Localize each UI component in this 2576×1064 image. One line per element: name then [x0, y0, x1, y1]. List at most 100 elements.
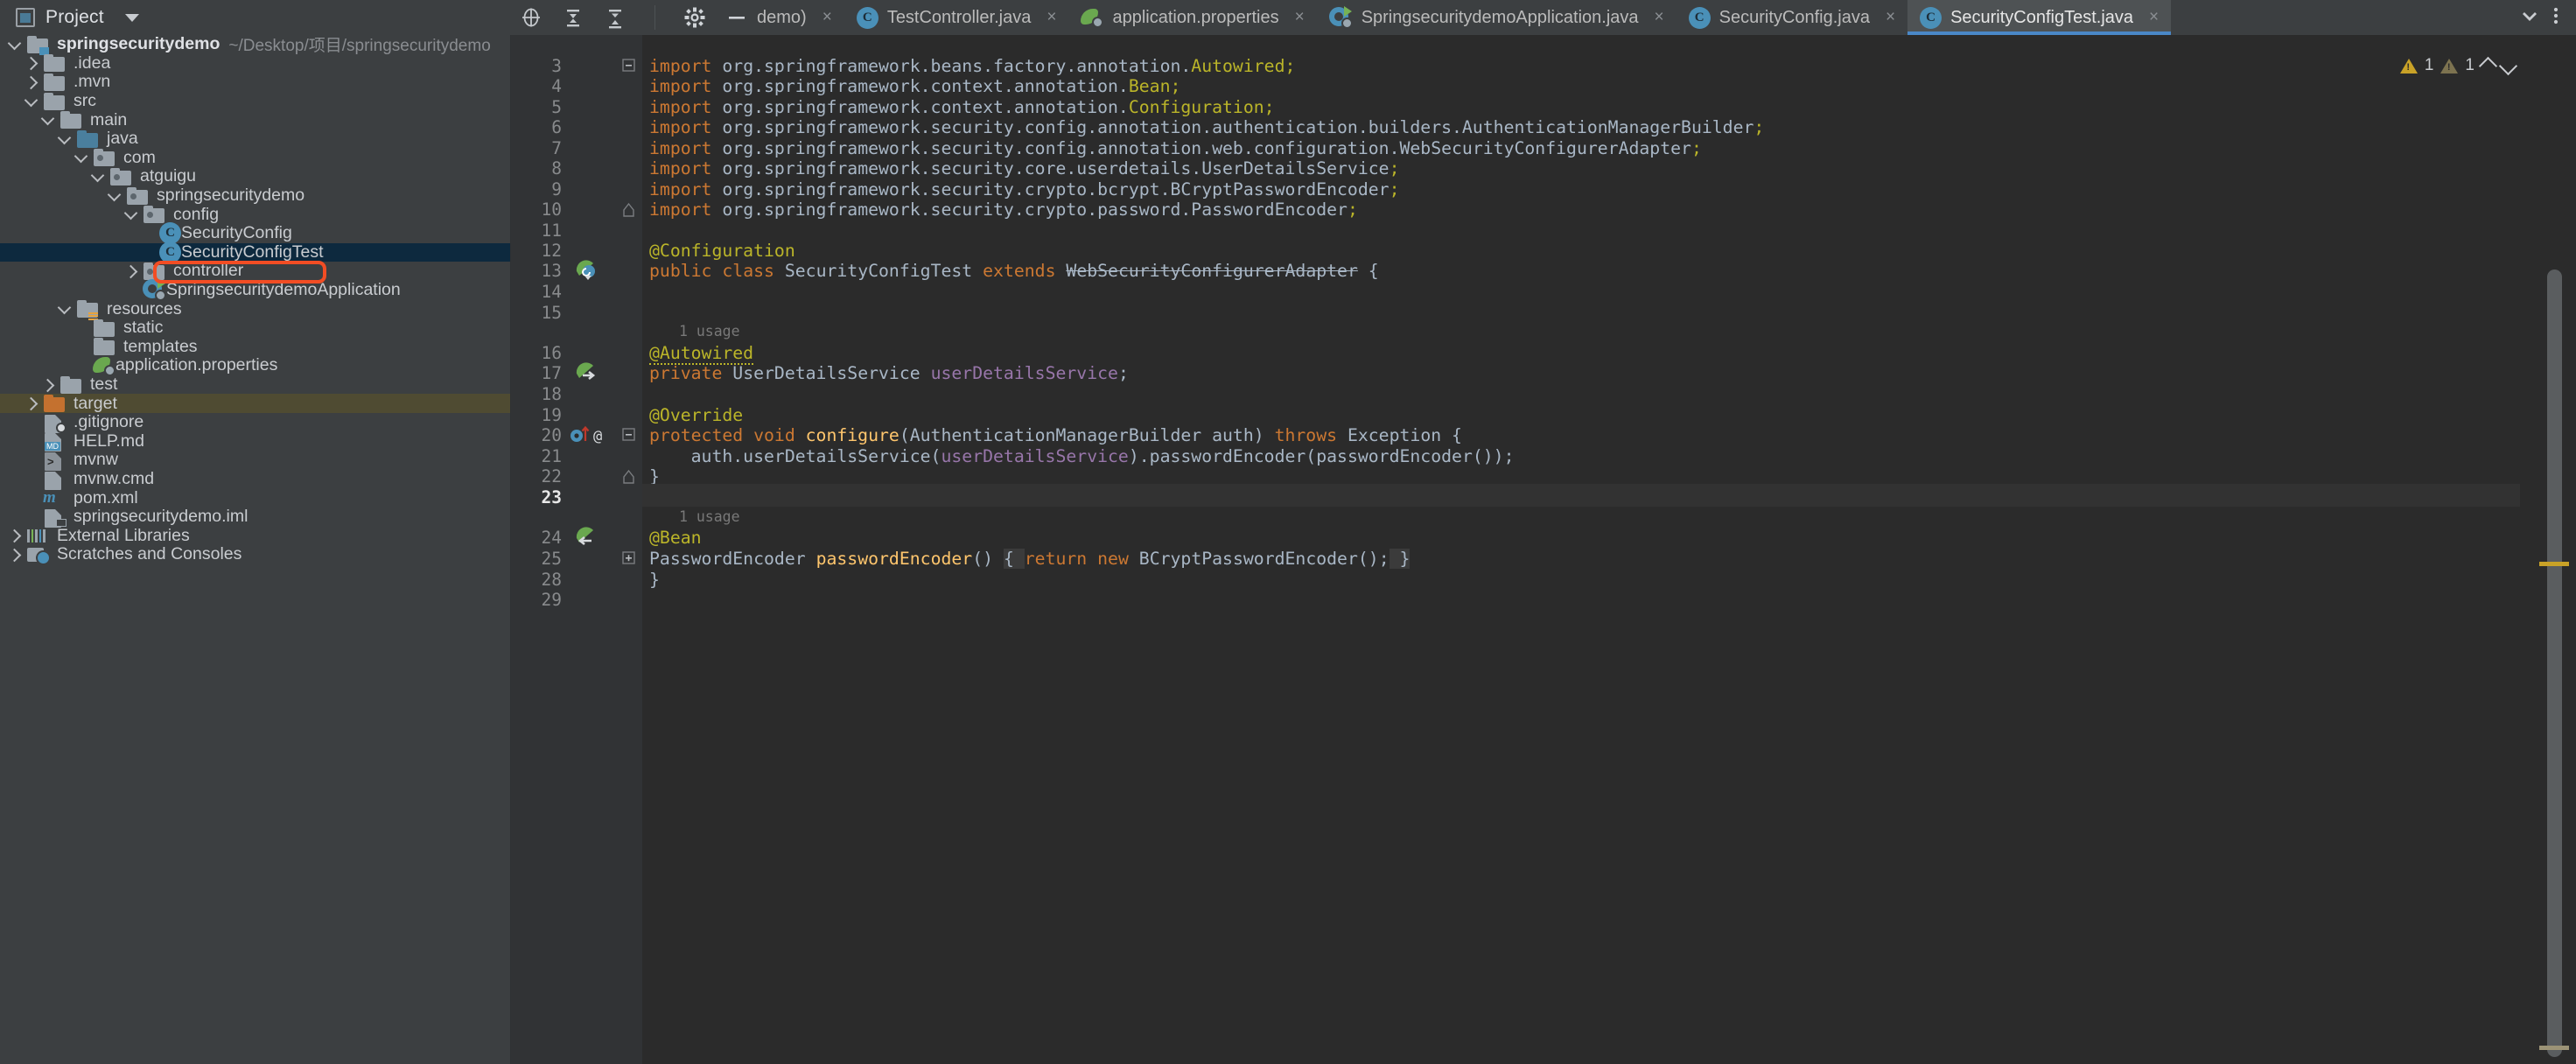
chevron-down-icon[interactable]	[105, 187, 122, 205]
project-tree[interactable]: springsecuritydemo~/Desktop/项目/springsec…	[0, 35, 511, 1064]
tree-row-securityconfigtest[interactable]: CSecurityConfigTest	[0, 243, 510, 262]
chevron-down-icon[interactable]	[5, 36, 23, 53]
project-panel-header[interactable]: Project	[0, 0, 511, 35]
tree-row-static[interactable]: static	[0, 318, 510, 338]
chevron-down-icon[interactable]	[22, 93, 39, 110]
chevron-down-icon[interactable]	[122, 206, 139, 223]
code-area[interactable]: import org.springframework.beans.factory…	[642, 35, 2576, 1064]
tree-row-templates[interactable]: templates	[0, 338, 510, 357]
tree-row-pom-xml[interactable]: mpom.xml	[0, 488, 510, 508]
tree-row-springsecuritydemo[interactable]: springsecuritydemo	[0, 186, 510, 206]
tree-item-label: SecurityConfigTest	[181, 242, 324, 262]
code-fold-end-icon[interactable]	[622, 202, 635, 215]
inspection-widget[interactable]: 1 1	[2400, 56, 2515, 75]
code-editor[interactable]: 34567891011121314151617181920@2122232425…	[511, 35, 2576, 1064]
chevron-right-icon[interactable]	[5, 546, 23, 564]
collapse-all-icon[interactable]	[604, 6, 626, 29]
tree-row-application-properties[interactable]: application.properties	[0, 356, 510, 375]
editor-tab-1[interactable]: C TestController.java ×	[844, 0, 1069, 35]
editor-tab-4[interactable]: C SecurityConfig.java ×	[1676, 0, 1908, 35]
chevron-down-icon[interactable]	[55, 300, 73, 318]
scrollbar-weak-warning-marker[interactable]	[2539, 1046, 2569, 1050]
editor-tab-5[interactable]: C SecurityConfigTest.java ×	[1908, 0, 2171, 35]
tree-row-java[interactable]: java	[0, 130, 510, 149]
line-number: 8	[551, 158, 562, 178]
tree-row-controller[interactable]: controller	[0, 262, 510, 281]
package-icon	[110, 171, 131, 186]
tree-row-scratches-and-consoles[interactable]: Scratches and Consoles	[0, 545, 510, 564]
chevron-right-icon[interactable]	[122, 262, 139, 280]
tree-row-mvnw-cmd[interactable]: mvnw.cmd	[0, 470, 510, 489]
bean-method-icon[interactable]	[574, 526, 598, 549]
code-fold-plus-icon[interactable]	[622, 551, 635, 564]
chevron-down-icon[interactable]	[72, 149, 89, 166]
close-icon[interactable]: ×	[1295, 8, 1305, 27]
chevron-right-icon[interactable]	[22, 54, 39, 72]
tree-row--mvn[interactable]: .mvn	[0, 73, 510, 92]
tabs-overflow-chevron-down-icon[interactable]	[2516, 3, 2543, 33]
editor-tab-2[interactable]: application.properties ×	[1068, 0, 1316, 35]
editor-tab-label: SecurityConfigTest.java	[1950, 8, 2133, 28]
chevron-right-icon[interactable]	[5, 527, 23, 544]
line-number: 9	[551, 179, 562, 200]
tree-row-external-libraries[interactable]: External Libraries	[0, 527, 510, 546]
cmd-file-icon	[43, 470, 66, 489]
editor-tab-0[interactable]: demo) ×	[757, 0, 844, 35]
tree-row-resources[interactable]: resources	[0, 299, 510, 318]
chevron-down-icon[interactable]	[55, 130, 73, 148]
editor-scrollbar-thumb[interactable]	[2547, 270, 2562, 1057]
code-line: private UserDetailsService userDetailsSe…	[649, 363, 1129, 383]
chevron-down-icon[interactable]	[2499, 56, 2517, 74]
close-icon[interactable]: ×	[1046, 8, 1056, 27]
close-icon[interactable]: ×	[822, 8, 832, 27]
no-arrow	[22, 452, 39, 469]
editor-gutter[interactable]: 34567891011121314151617181920@2122232425…	[511, 35, 642, 1064]
chevron-right-icon[interactable]	[22, 395, 39, 412]
bean-injection-icon[interactable]	[574, 361, 598, 384]
locate-icon[interactable]	[520, 6, 542, 29]
tree-item-label: templates	[123, 337, 198, 357]
hide-panel-icon[interactable]	[725, 6, 748, 29]
tree-row-springsecuritydemoapplication[interactable]: SpringsecuritydemoApplication	[0, 281, 510, 300]
more-vertical-icon[interactable]	[2546, 3, 2566, 33]
chevron-down-icon[interactable]	[125, 14, 139, 22]
scrollbar-warning-marker[interactable]	[2539, 562, 2569, 566]
tree-row-config[interactable]: config	[0, 205, 510, 224]
usage-hint[interactable]: 1 usage	[679, 508, 740, 525]
tree-row-securityconfig[interactable]: CSecurityConfig	[0, 224, 510, 243]
tree-row-springsecuritydemo-iml[interactable]: springsecuritydemo.iml	[0, 508, 510, 527]
tree-row--idea[interactable]: .idea	[0, 54, 510, 74]
editor-tab-3[interactable]: SpringsecuritydemoApplication.java ×	[1317, 0, 1676, 35]
close-icon[interactable]: ×	[1886, 8, 1895, 27]
tree-row--gitignore[interactable]: .gitignore	[0, 413, 510, 432]
close-icon[interactable]: ×	[2149, 8, 2159, 27]
tree-row-target[interactable]: target	[0, 394, 510, 413]
chevron-right-icon[interactable]	[38, 376, 56, 394]
code-fold-end-icon[interactable]	[622, 469, 635, 482]
code-fold-minus-icon[interactable]	[622, 428, 635, 441]
tree-row-springsecuritydemo[interactable]: springsecuritydemo~/Desktop/项目/springsec…	[0, 35, 510, 54]
line-number: 12	[542, 241, 562, 261]
override-method-icon[interactable]: @	[569, 424, 593, 446]
code-line: import org.springframework.context.annot…	[649, 76, 1180, 96]
chevron-up-icon[interactable]	[2479, 56, 2497, 74]
code-token: passwordEncoder	[816, 549, 973, 569]
line-number: 18	[542, 384, 562, 404]
spring-bean-icon[interactable]	[574, 259, 598, 282]
tree-row-help-md[interactable]: MDHELP.md	[0, 432, 510, 452]
chevron-down-icon[interactable]	[88, 168, 106, 186]
usage-hint[interactable]: 1 usage	[679, 323, 740, 340]
close-icon[interactable]: ×	[1655, 8, 1664, 27]
chevron-right-icon[interactable]	[22, 74, 39, 91]
tree-row-mvnw[interactable]: >mvnw	[0, 451, 510, 470]
chevron-down-icon[interactable]	[38, 111, 56, 129]
expand-all-icon[interactable]	[562, 6, 584, 29]
code-fold-minus-icon[interactable]	[622, 59, 635, 72]
tree-row-src[interactable]: src	[0, 92, 510, 111]
tree-row-test[interactable]: test	[0, 375, 510, 395]
tree-row-atguigu[interactable]: atguigu	[0, 167, 510, 186]
tree-row-com[interactable]: com	[0, 149, 510, 168]
tree-row-main[interactable]: main	[0, 110, 510, 130]
code-token: org.springframework.security.core.userde…	[722, 158, 1389, 178]
settings-gear-icon[interactable]	[683, 6, 706, 29]
